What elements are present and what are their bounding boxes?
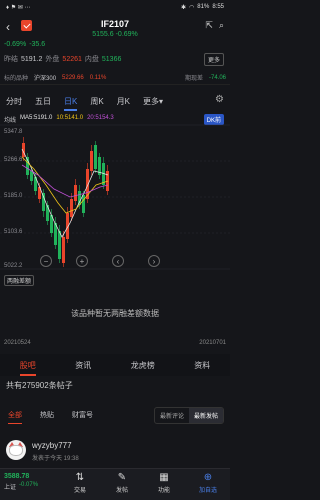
y-label: 5185.0 (4, 193, 23, 199)
more-button[interactable]: 更多 (203, 53, 224, 66)
y-label: 5347.8 (4, 129, 23, 135)
tab-guba[interactable]: 股吧 (19, 360, 36, 376)
contract-title: IF2107 (100, 19, 130, 29)
post-filter-bar: 全部 热贴 财富号 最新评论 最新发帖 (0, 407, 230, 425)
sort-toggle: 最新评论 最新发帖 (153, 407, 224, 424)
post-count: 共有275902条帖子 (6, 381, 73, 390)
functions-button[interactable]: ▦ 功能 (150, 472, 178, 494)
battery-level: 81% (197, 4, 210, 10)
search-icon[interactable]: ⌕ (219, 20, 224, 31)
trade-button[interactable]: ⇅ 交易 (66, 472, 94, 494)
tab-weekly-k[interactable]: 周K (90, 96, 103, 107)
underlying-index-bar[interactable]: 标的品种 沪深300 5229.66 0.11% 期现差 -74.06 (0, 71, 230, 85)
clock: 8:55 (212, 4, 224, 10)
tab-all[interactable]: 全部 (8, 410, 22, 424)
prev-close-value: 5191.2 (21, 55, 43, 63)
grid-icon: ▦ (159, 472, 169, 483)
kline-svg: 5347.8 5266.6 5185.0 5103.6 5022.2 (0, 124, 230, 270)
tab-daily-k[interactable]: 日K (64, 96, 78, 111)
date-start: 20210524 (4, 340, 31, 346)
index-name: 沪深300 (34, 76, 57, 82)
share-icon[interactable]: ⇱ (205, 20, 213, 31)
y-label: 5266.6 (4, 157, 23, 163)
news-tabs: 股吧 资讯 龙虎榜 资料 (0, 354, 230, 376)
avatar[interactable] (6, 440, 26, 460)
gear-icon[interactable]: ⚙ (215, 94, 224, 105)
chart-date-range: 20210524 20210701 (0, 340, 230, 346)
period-tabs: 分时 五日 日K 周K 月K 更多▾ ⚙ (0, 92, 230, 111)
header-actions: ⇱ ⌕ (205, 20, 224, 31)
add-watchlist-button[interactable]: ⊕ 加自选 (194, 472, 222, 494)
y-label: 5022.2 (4, 263, 23, 269)
tab-dragon-tiger[interactable]: 龙虎榜 (131, 360, 155, 371)
margin-empty-text: 该品种暂无两融差额数据 (71, 309, 159, 318)
post-username[interactable]: wyzyby777 (32, 441, 72, 450)
trade-icon: ⇅ (75, 472, 85, 483)
tab-monthly-k[interactable]: 月K (117, 96, 130, 107)
bottom-bar: 3588.78 上证 -0.07% ⇅ 交易 ✎ 发帖 ▦ 功能 ⊕ 加自选 (0, 468, 230, 500)
post-time: 发表于今天 19:38 (32, 456, 79, 462)
basis-value: -74.06 (208, 74, 226, 81)
status-right: ✱ ◠ 81% 8:55 (181, 4, 224, 11)
sort-latest-post[interactable]: 最新发帖 (188, 408, 223, 423)
index-change: 0.11% (89, 74, 107, 81)
date-end: 20210701 (199, 340, 226, 346)
post-button[interactable]: ✎ 发帖 (108, 472, 136, 494)
tab-intraday[interactable]: 分时 (6, 96, 22, 107)
quote-panel: -0.69% -35.6 昨结 5191.2 外盘 52261 内盘 51366… (0, 40, 230, 72)
scroll-right-icon[interactable]: › (148, 255, 160, 267)
plus-circle-icon: ⊕ (203, 472, 213, 483)
sort-latest-comment[interactable]: 最新评论 (155, 408, 189, 423)
tab-hot[interactable]: 热贴 (40, 410, 54, 420)
tab-more[interactable]: 更多▾ (143, 96, 163, 107)
quote-change-row: -0.69% -35.6 (4, 41, 45, 48)
list-item[interactable]: wyzyby777 发表于今天 19:38 (0, 436, 230, 466)
tab-news[interactable]: 资讯 (75, 360, 91, 371)
scroll-left-icon[interactable]: ‹ (112, 255, 124, 267)
zoom-in-icon[interactable]: + (76, 255, 88, 267)
margin-tag[interactable]: 两融差额 (4, 275, 35, 286)
bluetooth-icon: ✱ (181, 4, 187, 11)
index-value: 5229.66 (62, 74, 84, 81)
y-label: 5103.6 (4, 229, 23, 235)
wifi-icon: ◠ (189, 4, 195, 11)
kline-chart[interactable]: 均线 MA5:5191.0 10:5141.0 20:5154.3 DK前 53… (0, 113, 230, 273)
bottom-index-value: 3588.78 (4, 473, 30, 480)
chart-controls: − + ‹ › (40, 255, 160, 267)
inner-volume: 51366 (101, 55, 122, 63)
candles (22, 137, 109, 267)
status-bar: ♦ ⚑ ✉ ⋯ ✱ ◠ 81% 8:55 (0, 0, 230, 14)
pencil-icon: ✎ (117, 472, 127, 483)
change-absolute: -35.6 (29, 41, 46, 48)
contract-subtitle: 5155.6 -0.69% (92, 31, 138, 38)
tab-fortune[interactable]: 财富号 (72, 410, 93, 420)
outer-volume: 52261 (62, 55, 82, 63)
bottom-index-quote[interactable]: 3588.78 上证 -0.07% (4, 473, 38, 491)
zoom-out-icon[interactable]: − (40, 255, 52, 267)
change-percent: -0.69% (4, 41, 27, 48)
tab-profile[interactable]: 资料 (194, 360, 210, 371)
quote-detail-row: 昨结 5191.2 外盘 52261 内盘 51366 (4, 55, 122, 64)
tab-five-day[interactable]: 五日 (35, 96, 51, 107)
status-notifications: ♦ ⚑ ✉ ⋯ (6, 4, 31, 11)
